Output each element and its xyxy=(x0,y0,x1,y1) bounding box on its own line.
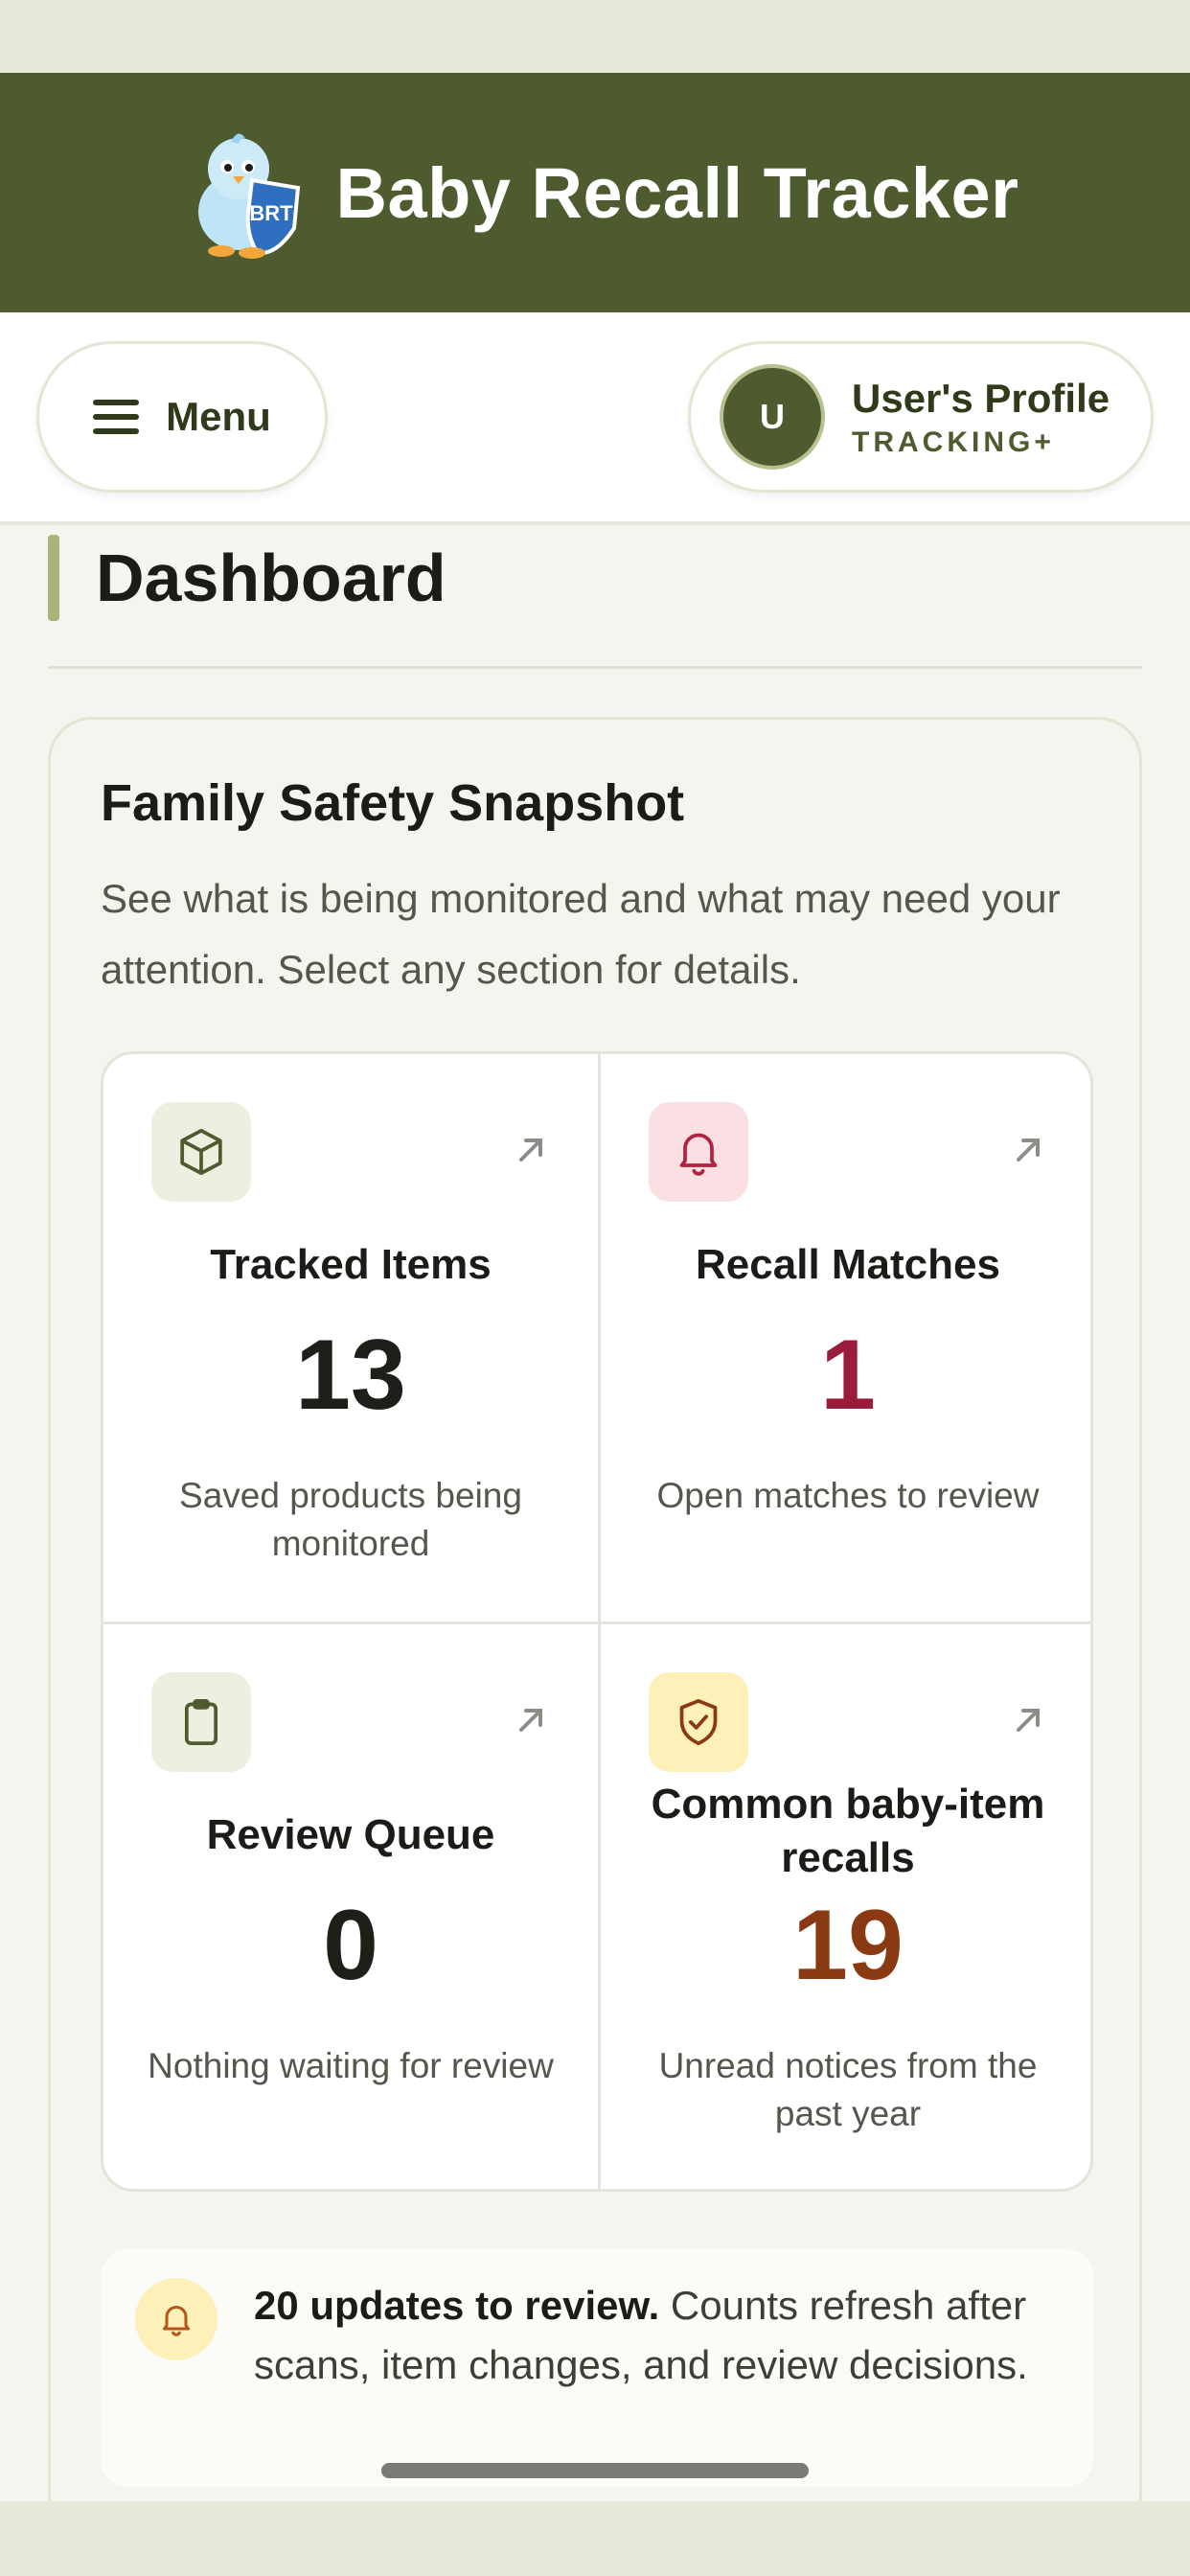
tile-note: Open matches to review xyxy=(656,1476,1040,1515)
tile-recall-matches[interactable]: Recall Matches 1 Open matches to review xyxy=(601,1054,1090,1622)
tile-common-recalls[interactable]: Common baby-item recalls 19 Unread notic… xyxy=(601,1624,1090,2189)
tile-value: 19 xyxy=(792,1890,904,2001)
app-title: Baby Recall Tracker xyxy=(335,152,1019,233)
updates-count: 20 updates to review. xyxy=(254,2283,660,2328)
tile-label: Common baby-item recalls xyxy=(651,1781,1045,1881)
tile-note: Saved products being monitored xyxy=(179,1476,522,1563)
nav-bar: Menu U User's Profile TRACKING+ xyxy=(0,312,1190,523)
tile-label: Review Queue xyxy=(206,1811,495,1858)
tile-value: 13 xyxy=(295,1320,406,1431)
updates-banner[interactable]: 20 updates to review. Counts refresh aft… xyxy=(101,2249,1093,2487)
snapshot-title: Family Safety Snapshot xyxy=(101,774,685,832)
family-safety-snapshot-card: Family Safety Snapshot See what is being… xyxy=(48,717,1142,2501)
tile-note: Unread notices from the past year xyxy=(658,2046,1038,2133)
menu-label: Menu xyxy=(166,394,271,439)
profile-name: User's Profile xyxy=(852,376,1110,421)
home-indicator xyxy=(381,2463,809,2478)
hamburger-icon xyxy=(93,400,140,434)
arrow-up-right-icon xyxy=(1009,1131,1047,1169)
title-divider xyxy=(48,666,1142,669)
arrow-up-right-icon xyxy=(1009,1701,1047,1739)
tile-review-queue[interactable]: Review Queue 0 Nothing waiting for revie… xyxy=(103,1624,598,2189)
arrow-up-right-icon xyxy=(512,1131,550,1169)
profile-text: User's Profile TRACKING+ xyxy=(852,375,1110,459)
tile-label: Tracked Items xyxy=(210,1241,492,1288)
box-icon xyxy=(151,1102,251,1202)
avatar: U xyxy=(720,364,825,470)
bell-icon xyxy=(649,1102,748,1202)
tile-note: Nothing waiting for review xyxy=(148,2046,554,2085)
profile-tier: TRACKING+ xyxy=(852,426,1055,458)
page-title: Dashboard xyxy=(96,540,446,615)
shield-check-icon xyxy=(649,1672,748,1772)
bottom-strip xyxy=(0,2501,1190,2576)
tile-tracked-items[interactable]: Tracked Items 13 Saved products being mo… xyxy=(103,1054,598,1622)
tile-value: 0 xyxy=(323,1890,378,2001)
title-accent xyxy=(48,535,59,621)
snapshot-description: See what is being monitored and what may… xyxy=(101,876,1061,992)
arrow-up-right-icon xyxy=(512,1701,550,1739)
app-header: BRT Baby Recall Tracker xyxy=(0,73,1190,312)
updates-text: 20 updates to review. Counts refresh aft… xyxy=(254,2276,1059,2395)
tile-value: 1 xyxy=(820,1320,876,1431)
status-bar xyxy=(0,0,1190,73)
app-logo: BRT xyxy=(172,121,315,264)
stats-grid: Tracked Items 13 Saved products being mo… xyxy=(101,1051,1093,2192)
profile-button[interactable]: U User's Profile TRACKING+ xyxy=(688,341,1154,493)
page-title-wrap: Dashboard xyxy=(48,535,446,621)
logo-text: BRT xyxy=(249,201,293,225)
menu-button[interactable]: Menu xyxy=(36,341,328,493)
clipboard-icon xyxy=(151,1672,251,1772)
tile-label: Recall Matches xyxy=(696,1241,1000,1288)
main-content: Dashboard Family Safety Snapshot See wha… xyxy=(0,525,1190,2501)
bell-icon xyxy=(135,2278,217,2360)
